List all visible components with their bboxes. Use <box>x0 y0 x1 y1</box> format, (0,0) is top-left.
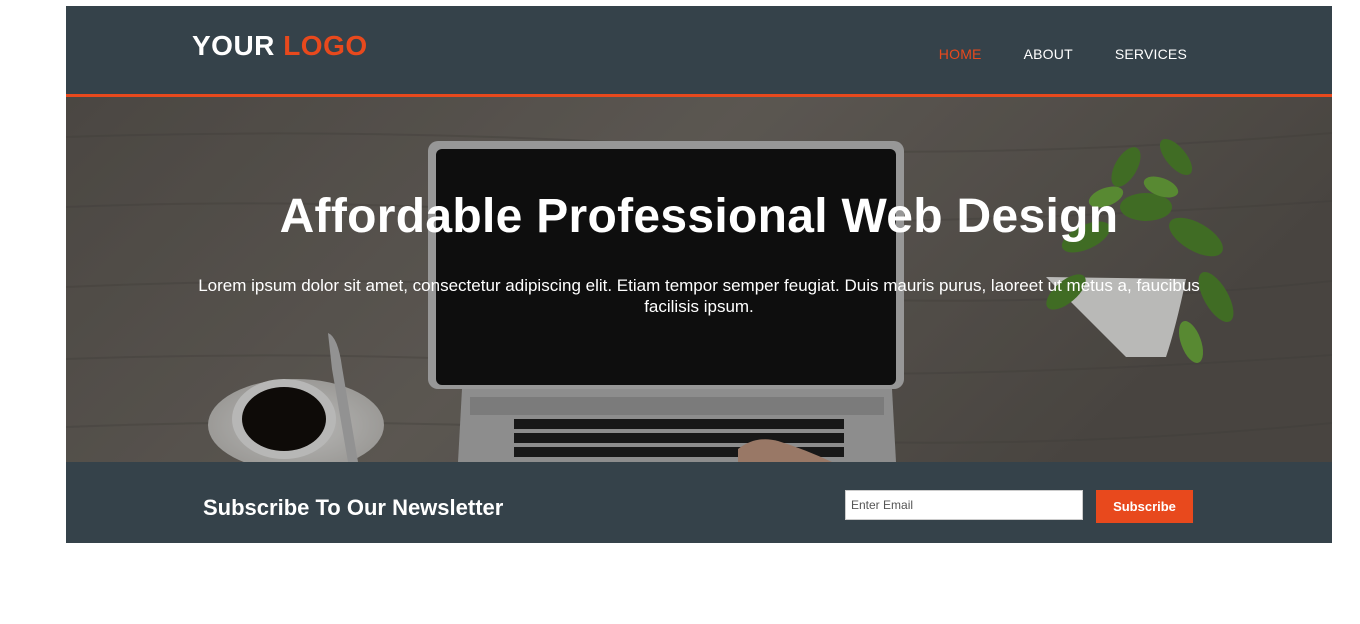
logo-text-logo: LOGO <box>283 30 368 61</box>
hero-title: Affordable Professional Web Design <box>279 190 1119 243</box>
site-logo[interactable]: YOUR LOGO <box>192 30 368 62</box>
nav-about-link[interactable]: ABOUT <box>1024 46 1073 62</box>
hero-showcase: Affordable Professional Web Design Lorem… <box>66 97 1332 462</box>
nav-home-link[interactable]: HOME <box>939 46 982 62</box>
main-nav: HOME ABOUT SERVICES <box>939 46 1187 62</box>
newsletter-title: Subscribe To Our Newsletter <box>203 495 504 520</box>
newsletter-section: Subscribe To Our Newsletter Subscribe <box>66 462 1332 543</box>
nav-services-link[interactable]: SERVICES <box>1115 46 1187 62</box>
email-input[interactable] <box>845 490 1083 520</box>
logo-text-your: YOUR <box>192 30 275 61</box>
subscribe-button[interactable]: Subscribe <box>1096 490 1193 523</box>
site-header: YOUR LOGO HOME ABOUT SERVICES <box>66 6 1332 97</box>
hero-description: Lorem ipsum dolor sit amet, consectetur … <box>198 276 1200 316</box>
website: YOUR LOGO HOME ABOUT SERVICES Affordable… <box>66 6 1332 543</box>
